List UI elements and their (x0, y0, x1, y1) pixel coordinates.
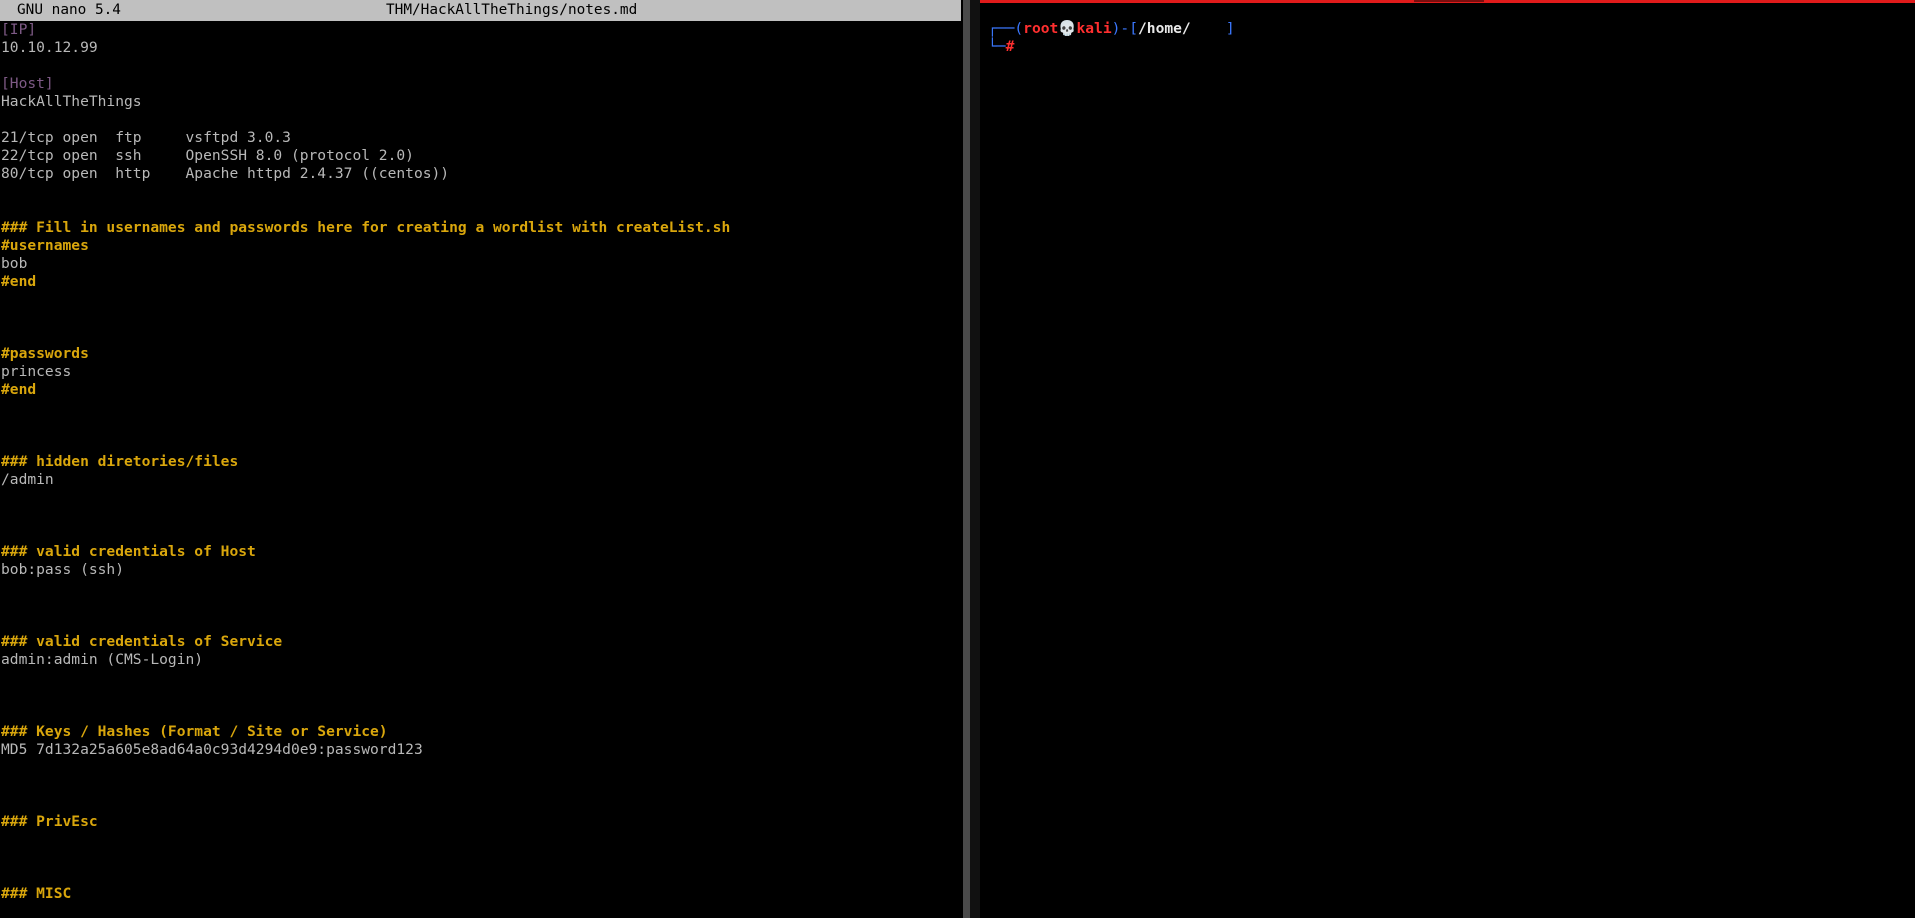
nano-line (1, 831, 730, 849)
nano-line (1, 615, 730, 633)
nano-line (1, 669, 730, 687)
nano-line: #end (1, 381, 37, 398)
nano-line (1, 417, 730, 435)
nano-line (1, 849, 730, 867)
nano-line: princess (1, 363, 72, 380)
prompt-bracket-close: ] (1225, 20, 1235, 37)
nano-line: ### Keys / Hashes (Format / Site or Serv… (1, 723, 388, 740)
nano-line (1, 489, 730, 507)
nano-line: 22/tcp open ssh OpenSSH 8.0 (protocol 2.… (1, 147, 414, 164)
nano-line: [Host] (1, 75, 54, 92)
nano-line (1, 507, 730, 525)
nano-version-label: GNU nano 5.4 (17, 2, 121, 18)
nano-line (1, 327, 730, 345)
prompt-path-gap (1191, 20, 1226, 37)
nano-line (1, 705, 730, 723)
nano-line (1, 759, 730, 777)
scrollbar-thumb[interactable] (963, 0, 970, 918)
nano-line: bob:pass (ssh) (1, 561, 125, 578)
prompt-host: kali (1076, 20, 1112, 37)
prompt-line-bottom[interactable]: └─# (988, 38, 1014, 56)
nano-line: ### Fill in usernames and passwords here… (1, 219, 731, 236)
nano-line (1, 597, 730, 615)
prompt-symbol: # (1005, 38, 1015, 55)
nano-editor-pane[interactable]: GNU nano 5.4 THM/HackAllTheThings/notes.… (0, 0, 963, 918)
nano-line: ### valid credentials of Host (1, 543, 256, 560)
nano-line (1, 309, 730, 327)
nano-line (1, 183, 730, 201)
nano-line (1, 435, 730, 453)
nano-line (1, 57, 730, 75)
nano-line (1, 579, 730, 597)
nano-filename-label: THM/HackAllTheThings/notes.md (386, 2, 638, 18)
nano-line (1, 777, 730, 795)
nano-line: admin:admin (CMS-Login) (1, 651, 204, 668)
prompt-path: /home/ (1138, 20, 1191, 37)
nano-line (1, 867, 730, 885)
nano-line: ### hidden diretories/files (1, 453, 239, 470)
nano-line: #end (1, 273, 37, 290)
nano-line: ### MISC (1, 885, 72, 902)
skull-icon: 💀 (1058, 20, 1077, 37)
prompt-user: root (1023, 20, 1059, 37)
nano-line: /admin (1, 471, 54, 488)
pane-divider[interactable] (970, 0, 980, 918)
nano-line: [IP] (1, 21, 37, 38)
nano-line: HackAllTheThings (1, 93, 142, 110)
nano-line (1, 201, 730, 219)
nano-line (1, 525, 730, 543)
nano-title-bar: GNU nano 5.4 THM/HackAllTheThings/notes.… (0, 0, 961, 21)
nano-line (1, 111, 730, 129)
terminal-border-marker (1414, 0, 1484, 2)
desktop: GNU nano 5.4 THM/HackAllTheThings/notes.… (0, 0, 1915, 918)
prompt-paren-open: ( (1014, 20, 1024, 37)
terminal-pane[interactable]: ┌──(root💀kali)-[/home/ ] └─# (980, 0, 1915, 918)
nano-line: ### PrivEsc (1, 813, 98, 830)
prompt-line-top: ┌──(root💀kali)-[/home/ ] (988, 20, 1235, 38)
nano-line: MD5 7d132a25a605e8ad64a0c93d4294d0e9:pas… (1, 741, 423, 758)
nano-line: ### valid credentials of Service (1, 633, 283, 650)
nano-line (1, 291, 730, 309)
pane-scrollbar[interactable] (963, 0, 970, 918)
nano-line (1, 795, 730, 813)
nano-line: bob (1, 255, 28, 272)
nano-text-buffer[interactable]: [IP] 10.10.12.99 [Host] HackAllTheThings 21/… (1, 21, 730, 903)
nano-line (1, 399, 730, 417)
nano-line: #usernames (1, 237, 89, 254)
terminal-active-border (980, 0, 1915, 3)
prompt-paren-close: )-[ (1111, 20, 1138, 37)
nano-line: 80/tcp open http Apache httpd 2.4.37 ((c… (1, 165, 450, 182)
nano-line: 10.10.12.99 (1, 39, 98, 56)
prompt-corner-top: ┌── (988, 20, 1015, 37)
nano-line: 21/tcp open ftp vsftpd 3.0.3 (1, 129, 291, 146)
prompt-corner-bottom: └─ (988, 38, 1006, 55)
nano-line: #passwords (1, 345, 89, 362)
nano-line (1, 687, 730, 705)
